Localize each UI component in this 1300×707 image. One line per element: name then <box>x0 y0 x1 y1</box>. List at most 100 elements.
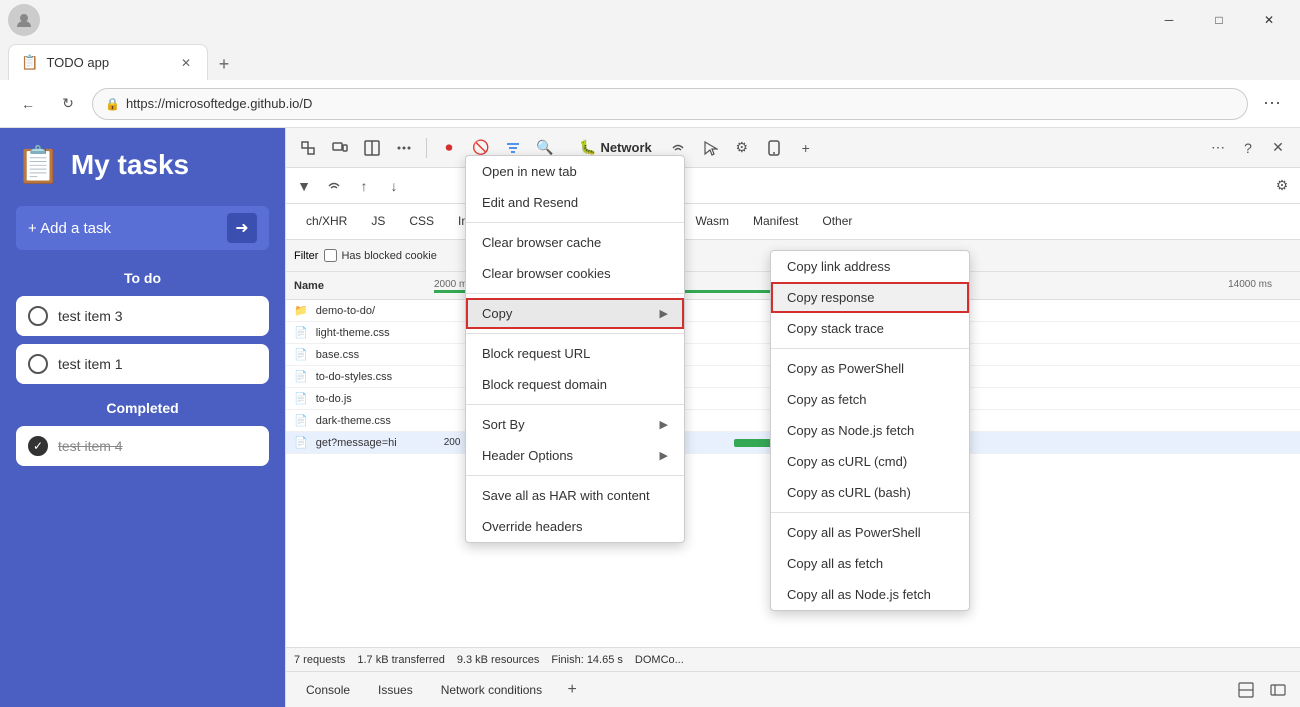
copy-all-as-nodejs-fetch[interactable]: Copy all as Node.js fetch <box>771 579 969 610</box>
add-panel-button[interactable]: + <box>792 134 820 162</box>
ctx-header-options[interactable]: Header Options ▶ <box>466 440 684 471</box>
reload-button[interactable]: ↻ <box>52 88 84 120</box>
more-tools-button[interactable] <box>390 134 418 162</box>
browser-tab[interactable]: 📋 TODO app ✕ <box>8 44 208 80</box>
copy-all-as-powershell[interactable]: Copy all as PowerShell <box>771 517 969 548</box>
ctx-open-new-tab[interactable]: Open in new tab <box>466 156 684 187</box>
devtools-device-button[interactable] <box>760 134 788 162</box>
copy-all-as-fetch[interactable]: Copy all as fetch <box>771 548 969 579</box>
req-name: base.css <box>316 349 436 361</box>
has-blocked-cookies-checkbox[interactable]: Has blocked cookie <box>324 249 436 262</box>
network-filter-tab-css[interactable]: CSS <box>397 204 446 240</box>
minimize-button[interactable]: ─ <box>1146 4 1192 36</box>
network-upload-btn[interactable]: ↑ <box>350 172 378 200</box>
new-tab-button[interactable]: + <box>208 48 240 80</box>
cursor-icon-button[interactable] <box>696 134 724 162</box>
copy-response[interactable]: Copy response <box>771 282 969 313</box>
network-bug-icon: 🐛 <box>579 139 596 156</box>
gear-icon-button[interactable]: ⚙ <box>728 134 756 162</box>
tab-favicon: 📋 <box>21 54 38 71</box>
bottom-bar-split-button[interactable] <box>1232 676 1260 704</box>
maximize-button[interactable]: □ <box>1196 4 1242 36</box>
copy-link-address[interactable]: Copy link address <box>771 251 969 282</box>
ctx-label: Block request URL <box>482 346 590 361</box>
console-tab[interactable]: Console <box>294 674 362 706</box>
copy-as-curl-cmd[interactable]: Copy as cURL (cmd) <box>771 446 969 477</box>
task-item-4[interactable]: ✓ test item 4 <box>16 426 269 466</box>
task-checkbox-1[interactable] <box>28 354 48 374</box>
task-checkbox-4[interactable]: ✓ <box>28 436 48 456</box>
completed-section-title: Completed <box>16 400 269 416</box>
filter-label: Filter <box>294 250 318 262</box>
task-item-3[interactable]: test item 3 <box>16 296 269 336</box>
network-filter-tab-manifest[interactable]: Manifest <box>741 204 810 240</box>
network-filter-tab-js[interactable]: JS <box>359 204 397 240</box>
back-button[interactable]: ← <box>12 88 44 120</box>
device-toggle-button[interactable] <box>326 134 354 162</box>
network-filter-dropdown[interactable]: ▼ <box>290 172 318 200</box>
status-domcontent: DOMCo... <box>635 654 684 666</box>
ctx-sort-arrow-icon: ▶ <box>660 418 668 431</box>
task-item-1[interactable]: test item 1 <box>16 344 269 384</box>
close-button[interactable]: ✕ <box>1246 4 1292 36</box>
ctx-label: Edit and Resend <box>482 195 578 210</box>
network-wifi-btn[interactable] <box>320 172 348 200</box>
toolbar-separator <box>426 138 427 158</box>
network-filter-tab-other[interactable]: Other <box>810 204 864 240</box>
network-filter-tab-wasm[interactable]: Wasm <box>683 204 741 240</box>
url-bar[interactable]: 🔒 https://microsoftedge.github.io/D <box>92 88 1248 120</box>
browser-menu-button[interactable]: ⋯ <box>1256 88 1288 120</box>
devtools-close-button[interactable]: ✕ <box>1264 134 1292 162</box>
copy-as-nodejs-fetch[interactable]: Copy as Node.js fetch <box>771 415 969 446</box>
ctx-block-url[interactable]: Block request URL <box>466 338 684 369</box>
devtools-more-button[interactable]: ⋯ <box>1204 134 1232 162</box>
blocked-cookies-input[interactable] <box>324 249 337 262</box>
task-text-3: test item 3 <box>58 308 123 324</box>
network-status-bar: 7 requests 1.7 kB transferred 9.3 kB res… <box>286 647 1300 671</box>
tab-close-button[interactable]: ✕ <box>177 54 195 72</box>
url-text: https://microsoftedge.github.io/D <box>126 96 312 111</box>
window-controls: ─ □ ✕ <box>1146 4 1292 36</box>
copy-item-label: Copy as cURL (cmd) <box>787 454 907 469</box>
record-button[interactable]: ⏺ <box>435 134 463 162</box>
tab-bar: 📋 TODO app ✕ + <box>0 40 1300 80</box>
status-finish: Finish: 14.65 s <box>551 654 623 666</box>
network-settings-btn[interactable]: ⚙ <box>1268 172 1296 200</box>
task-checkbox-3[interactable] <box>28 306 48 326</box>
network-conditions-tab[interactable]: Network conditions <box>429 674 554 706</box>
req-name: demo-to-do/ <box>316 305 436 317</box>
devtools-toolbar: ⏺ 🚫 🔍 🐛 Network ⚙ + ⋯ <box>286 128 1300 168</box>
bottom-bar-undock-button[interactable] <box>1264 676 1292 704</box>
ctx-edit-resend[interactable]: Edit and Resend <box>466 187 684 218</box>
task-text-4: test item 4 <box>58 438 123 454</box>
ctx-sort-by[interactable]: Sort By ▶ <box>466 409 684 440</box>
copy-as-powershell[interactable]: Copy as PowerShell <box>771 353 969 384</box>
req-name: dark-theme.css <box>316 415 436 427</box>
copy-as-fetch[interactable]: Copy as fetch <box>771 384 969 415</box>
has-blocked-cookies-label: Has blocked cookie <box>341 250 436 262</box>
network-filter-tab-xhr[interactable]: ch/XHR <box>294 204 359 240</box>
ctx-clear-cookies[interactable]: Clear browser cookies <box>466 258 684 289</box>
devtools-help-button[interactable]: ? <box>1234 134 1262 162</box>
panel-layout-button[interactable] <box>358 134 386 162</box>
copy-item-label: Copy as fetch <box>787 392 867 407</box>
ctx-copy[interactable]: Copy ▶ <box>466 298 684 329</box>
copy-separator-2 <box>771 512 969 513</box>
network-tab-label[interactable]: Network <box>600 140 651 155</box>
ctx-save-har[interactable]: Save all as HAR with content <box>466 480 684 511</box>
ctx-block-domain[interactable]: Block request domain <box>466 369 684 400</box>
ctx-clear-cache[interactable]: Clear browser cache <box>466 227 684 258</box>
inspect-element-button[interactable] <box>294 134 322 162</box>
copy-stack-trace[interactable]: Copy stack trace <box>771 313 969 344</box>
ctx-override-headers[interactable]: Override headers <box>466 511 684 542</box>
add-tab-button[interactable]: + <box>558 676 586 704</box>
add-task-button[interactable]: + Add a task ➜ <box>16 206 269 250</box>
copy-separator-1 <box>771 348 969 349</box>
network-download-btn[interactable]: ↓ <box>380 172 408 200</box>
copy-as-curl-bash[interactable]: Copy as cURL (bash) <box>771 477 969 508</box>
devtools-toolbar-2: ▼ ↑ ↓ ⚙ <box>286 168 1300 204</box>
profile-icon[interactable] <box>8 4 40 36</box>
copy-item-label: Copy link address <box>787 259 890 274</box>
req-name: to-do-styles.css <box>316 371 436 383</box>
issues-tab[interactable]: Issues <box>366 674 425 706</box>
